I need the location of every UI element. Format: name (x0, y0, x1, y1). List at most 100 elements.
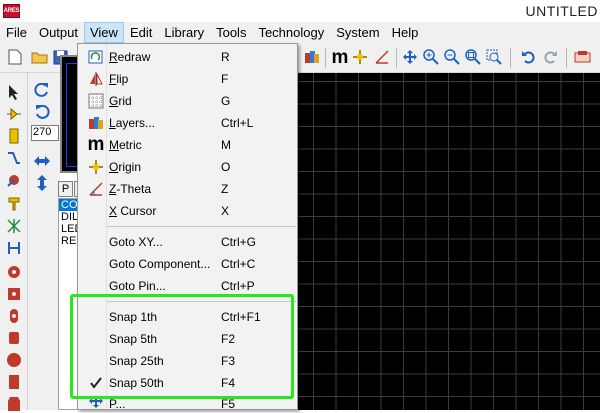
menu-item-shortcut: G (221, 94, 231, 108)
flip-icon (87, 70, 105, 88)
mirror-vertical-icon[interactable] (35, 174, 49, 195)
app-logo-icon: ARES (3, 4, 20, 18)
menu-item-shortcut: Z (221, 182, 229, 196)
connectivity-mode-icon[interactable] (5, 239, 23, 257)
orientation-toolbar (28, 73, 60, 410)
menu-item-label: Z-Theta (109, 182, 152, 196)
component-mode-icon[interactable] (5, 105, 23, 123)
selection-mode-icon[interactable] (5, 83, 23, 101)
metric-icon: m (87, 134, 105, 155)
redraw-icon (87, 48, 105, 66)
menu-item-ztheta[interactable]: Z-Theta Z (78, 178, 297, 200)
menu-item-metric[interactable]: m Metric M (78, 134, 297, 156)
rotation-input[interactable]: 270 (31, 125, 59, 141)
ztheta-icon[interactable] (373, 48, 391, 66)
menu-output[interactable]: Output (33, 22, 84, 43)
menu-item-partial[interactable]: P... F5 (78, 398, 297, 411)
zoom-area-icon[interactable] (485, 48, 503, 66)
menu-system[interactable]: System (330, 22, 385, 43)
layers-icon (87, 114, 105, 132)
smt-pad-icon[interactable] (5, 373, 23, 391)
polygon-pad-icon[interactable] (5, 395, 23, 413)
dil-pad-icon[interactable] (5, 307, 23, 325)
menu-item-label: Redraw (109, 50, 151, 64)
menu-item-shortcut: Ctrl+G (221, 235, 257, 249)
menu-item-shortcut: O (221, 160, 231, 174)
round-pad-icon[interactable] (5, 263, 23, 281)
tab-pick[interactable]: P (58, 181, 73, 197)
new-file-icon[interactable] (6, 48, 24, 66)
rotate-anticlockwise-icon[interactable] (34, 104, 50, 123)
menu-help[interactable]: Help (386, 22, 425, 43)
menu-item-label: Goto XY... (109, 235, 163, 249)
menu-item-label: Origin (109, 160, 142, 174)
track-mode-icon[interactable] (5, 149, 23, 167)
editing-canvas[interactable] (298, 73, 600, 410)
open-folder-icon[interactable] (30, 48, 48, 66)
circle-pad-icon[interactable] (5, 351, 23, 369)
menu-item-label: Goto Component... (109, 257, 211, 271)
menu-item-flip[interactable]: Flip F (78, 68, 297, 90)
menu-item-shortcut: F5 (221, 398, 236, 411)
menu-item-label: Metric (109, 138, 142, 152)
ztheta-icon (87, 180, 105, 198)
menu-item-shortcut: Ctrl+C (221, 257, 256, 271)
menu-item-redraw[interactable]: Redraw R (78, 46, 297, 68)
menu-item-grid[interactable]: Grid G (78, 90, 297, 112)
title-bar: ARES UNTITLED (0, 0, 600, 22)
menu-edit[interactable]: Edit (124, 22, 158, 43)
menu-file[interactable]: File (0, 22, 33, 43)
via-mode-icon[interactable] (5, 171, 23, 189)
menu-item-goto-component[interactable]: Goto Component... Ctrl+C (78, 253, 297, 275)
zoom-all-icon[interactable] (464, 48, 482, 66)
pan-icon (87, 398, 105, 410)
menu-view[interactable]: View (83, 22, 124, 43)
metric-icon[interactable]: m (331, 48, 349, 67)
rotate-clockwise-icon[interactable] (34, 82, 50, 101)
menu-separator (106, 226, 296, 227)
menu-item-goto-xy[interactable]: Goto XY... Ctrl+G (78, 231, 297, 253)
menu-item-shortcut: X (221, 204, 230, 218)
menu-item-shortcut: F (221, 72, 229, 86)
menu-item-label: Grid (109, 94, 132, 108)
origin-icon[interactable] (351, 48, 369, 66)
package-mode-icon[interactable] (5, 127, 23, 145)
menu-item-shortcut: Ctrl+P (221, 279, 255, 293)
square-pad-icon[interactable] (5, 285, 23, 303)
redo-icon[interactable] (541, 48, 559, 66)
menu-tools[interactable]: Tools (210, 22, 252, 43)
window-title: UNTITLED (525, 3, 598, 19)
menu-item-layers[interactable]: Layers... Ctrl+L (78, 112, 297, 134)
pan-icon[interactable] (401, 48, 419, 66)
zoom-out-icon[interactable] (443, 48, 461, 66)
menu-item-origin[interactable]: Origin O (78, 156, 297, 178)
menu-bar: File Output View Edit Library Tools Tech… (0, 22, 600, 43)
menu-item-xcursor[interactable]: X Cursor X (78, 200, 297, 222)
menu-item-label: Layers... (109, 116, 156, 130)
menu-item-shortcut: Ctrl+L (221, 116, 254, 130)
toolbar-separator (566, 48, 567, 68)
toolbar-separator (510, 48, 511, 68)
menu-technology[interactable]: Technology (252, 22, 330, 43)
ratsnest-mode-icon[interactable] (5, 217, 23, 235)
grid-icon (87, 92, 105, 110)
mirror-horizontal-icon[interactable] (33, 154, 51, 171)
undo-icon[interactable] (520, 48, 538, 66)
menu-item-label: P... (109, 398, 126, 411)
menu-item-label: X Cursor (109, 204, 157, 218)
menu-item-label: Flip (109, 72, 129, 86)
origin-icon (87, 158, 105, 176)
menu-library[interactable]: Library (158, 22, 210, 43)
block-copy-icon[interactable] (573, 48, 591, 66)
snap-highlight-box (70, 294, 294, 399)
toolbar-separator (396, 48, 397, 68)
menu-item-shortcut: R (221, 50, 230, 64)
edge-pad-icon[interactable] (5, 329, 23, 347)
zoom-in-icon[interactable] (422, 48, 440, 66)
mode-toolbar (0, 73, 28, 413)
menu-item-label: Goto Pin... (109, 279, 166, 293)
toolbar-separator (325, 48, 326, 68)
zone-mode-icon[interactable] (5, 195, 23, 213)
menu-item-shortcut: M (221, 138, 231, 152)
layers-color-icon[interactable] (303, 48, 321, 66)
